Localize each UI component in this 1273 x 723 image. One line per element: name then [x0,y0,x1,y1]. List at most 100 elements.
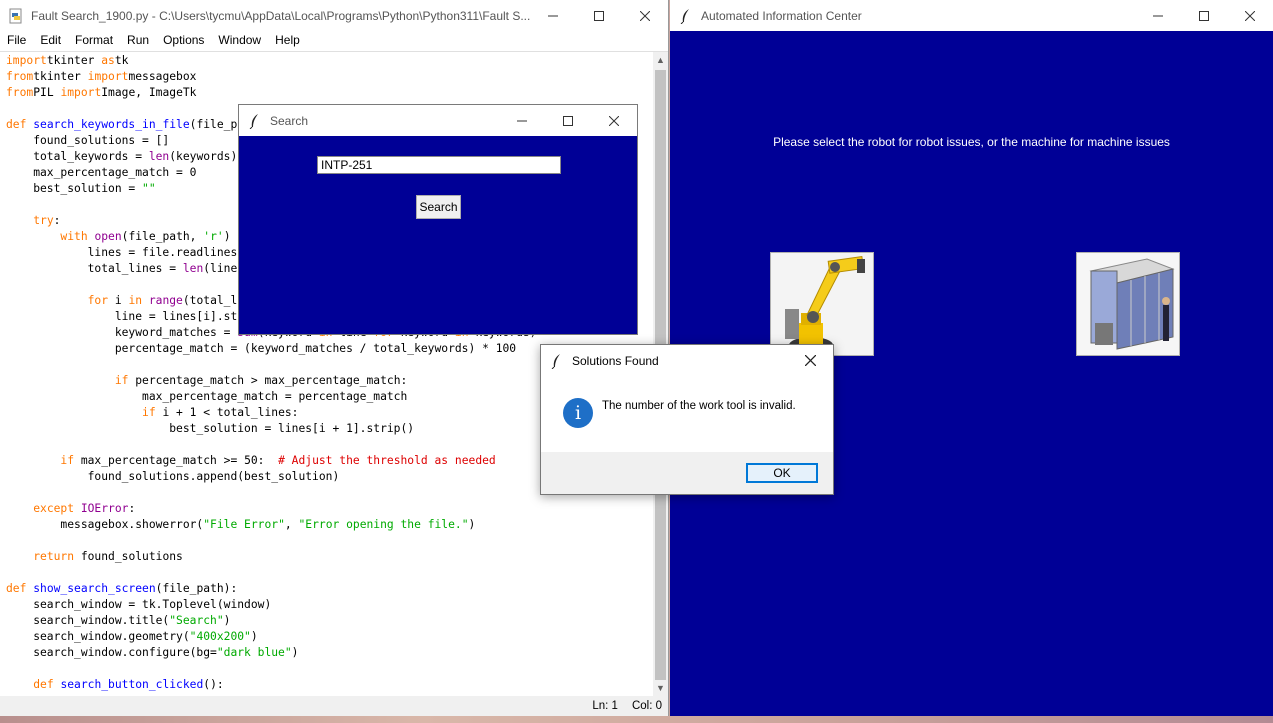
scroll-down-icon[interactable]: ▼ [653,680,668,696]
aic-titlebar[interactable]: Automated Information Center [670,0,1273,31]
code-token: best_solution = lines[i + 1].strip() [6,422,415,435]
code-token: len [182,262,204,275]
idle-titlebar[interactable]: Fault Search_1900.py - C:\Users\tycmu\Ap… [0,0,668,31]
code-line[interactable]: search_window = tk.Toplevel(window) [6,597,653,613]
code-token: ) [468,518,476,531]
code-token: found_solutions.append(best_solution) [6,470,340,483]
code-token: total_lines = [6,262,183,275]
code-token: PIL [33,86,61,99]
minimize-button[interactable] [499,105,545,136]
code-line[interactable]: search_window.geometry("400x200") [6,629,653,645]
close-button[interactable] [622,0,668,31]
maximize-button[interactable] [576,0,622,31]
code-line[interactable]: return found_solutions [6,549,653,565]
code-token: (keywords) [169,150,238,163]
menu-format[interactable]: Format [68,31,120,51]
close-button[interactable] [591,105,637,136]
code-token: "Search" [169,614,224,627]
menu-edit[interactable]: Edit [33,31,68,51]
code-token: import [6,54,47,67]
code-token: (): [203,678,224,691]
code-token: if [60,454,75,467]
status-col: Col: 0 [631,700,662,712]
code-token: tk [114,54,129,67]
menu-file[interactable]: File [0,31,33,51]
code-line[interactable]: search_window.configure(bg="dark blue") [6,645,653,661]
code-token: import [60,86,102,99]
code-token: import [87,70,129,83]
code-token: from [6,86,34,99]
code-line[interactable]: def show_search_screen(file_path): [6,581,653,597]
code-token: tkinter [46,54,102,67]
code-token: i [108,294,129,307]
search-window: Search INTP-251 Search [238,104,638,335]
code-token: def [33,678,61,691]
code-line[interactable]: search_window.title("Search") [6,613,653,629]
tk-feather-icon [678,8,694,24]
menu-run[interactable]: Run [120,31,156,51]
code-token: if [142,406,156,419]
scroll-up-icon[interactable]: ▲ [653,52,668,68]
code-line[interactable]: messagebox.showerror("File Error", "Erro… [6,517,653,533]
menu-help[interactable]: Help [268,31,307,51]
minimize-button[interactable] [1135,0,1181,31]
code-line[interactable] [6,533,653,549]
search-input[interactable]: INTP-251 [317,156,561,174]
code-token: as [101,54,115,67]
robot-button[interactable] [770,252,874,356]
aic-window-title: Automated Information Center [701,8,862,23]
menu-options[interactable]: Options [156,31,211,51]
machine-button[interactable] [1076,252,1180,356]
code-token: "File Error" [203,518,285,531]
code-token: IOError [80,502,129,515]
minimize-button[interactable] [530,0,576,31]
selection-prompt: Please select the robot for robot issues… [773,135,1170,149]
tk-feather-icon [247,113,263,129]
code-line[interactable] [6,661,653,677]
code-line[interactable]: fromPIL importImage, ImageTk [6,85,653,101]
code-token: # Adjust the threshold as needed [278,454,496,467]
code-token: in [128,294,149,307]
code-line[interactable] [6,565,653,581]
code-line[interactable]: except IOError: [6,501,653,517]
code-token: lines = file.readlines() [6,246,251,259]
code-token: ) [250,630,258,643]
search-button[interactable]: Search [416,195,461,219]
tk-feather-icon [549,353,565,369]
maximize-button[interactable] [545,105,591,136]
code-token: (file_path, [121,230,204,243]
code-line[interactable]: def search_button_clicked(): [6,677,653,693]
menu-window[interactable]: Window [211,31,268,51]
status-line: Ln: 1 [592,700,618,712]
code-token: search_window = tk.Toplevel(window) [6,598,272,611]
dialog-message: The number of the work tool is invalid. [602,400,796,412]
code-token: , [284,518,299,531]
close-button[interactable] [787,345,833,376]
code-token: search_window.title( [6,614,170,627]
code-line[interactable]: fromtkinter importmessagebox [6,69,653,85]
code-line[interactable]: importtkinter astk [6,53,653,69]
code-token: try [33,214,54,227]
code-token: search_window.configure(bg= [6,646,217,659]
code-token: i + 1 < total_lines: [155,406,299,419]
code-token: ) [223,614,231,627]
code-token: "" [142,182,156,195]
code-token: ) [291,646,299,659]
code-token: Image, ImageTk [101,86,197,99]
code-token: for [87,294,109,307]
dialog-footer: OK [541,452,833,494]
close-button[interactable] [1227,0,1273,31]
dialog-titlebar[interactable]: Solutions Found [541,345,833,376]
maximize-button[interactable] [1181,0,1227,31]
code-token: percentage_match = (keyword_matches / to… [6,342,517,355]
search-titlebar[interactable]: Search [239,105,637,136]
ok-button[interactable]: OK [746,463,818,483]
